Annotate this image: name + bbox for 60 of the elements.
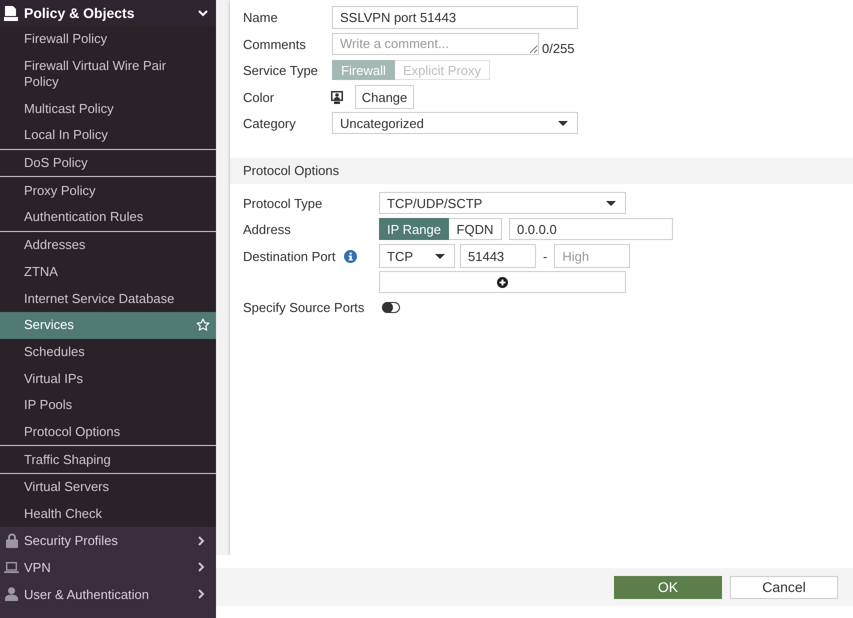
- sidebar-item[interactable]: Virtual IPs: [0, 365, 216, 392]
- port-high-field[interactable]: High: [554, 244, 630, 268]
- add-icon: [497, 276, 508, 288]
- name-field[interactable]: SSLVPN port 51443: [332, 6, 578, 29]
- sidebar-item[interactable]: Services: [0, 312, 216, 339]
- comment-field[interactable]: Write a comment...: [332, 33, 539, 55]
- sidebar-item[interactable]: Multicast Policy: [0, 95, 216, 122]
- chevron-down-icon: [198, 10, 208, 16]
- protocol-type-dropdown[interactable]: TCP/UDP/SCTP: [379, 192, 626, 214]
- person-icon: [5, 587, 18, 602]
- sidebar-item[interactable]: Virtual Servers: [0, 474, 216, 501]
- caret-down-icon: [606, 200, 616, 206]
- menu-section-header[interactable]: Policy & Objects: [0, 0, 216, 26]
- field-label: Name: [243, 10, 278, 25]
- info-icon: [344, 250, 356, 262]
- address-type-option[interactable]: IP Range: [379, 218, 449, 240]
- field-label: Destination Port: [243, 248, 336, 264]
- caret-down-icon: [435, 254, 445, 258]
- sidebar-item[interactable]: Firewall Policy: [0, 26, 216, 53]
- protocol-dropdown[interactable]: TCP: [379, 244, 455, 268]
- document-icon: [4, 6, 18, 20]
- field-label: Comments: [243, 36, 306, 52]
- range-separator: -: [543, 248, 548, 264]
- field-label: Color: [243, 90, 274, 104]
- sidebar-item[interactable]: Health Check: [0, 500, 216, 528]
- field-label: Specify Source Ports: [243, 300, 364, 315]
- change-color-button[interactable]: Change: [355, 85, 414, 109]
- sidebar-item[interactable]: Addresses: [0, 232, 216, 258]
- character-counter: 0/255: [542, 41, 575, 56]
- lock-icon: [6, 533, 18, 548]
- color-swatch-icon: [331, 90, 343, 104]
- cancel-button[interactable]: Cancel: [730, 576, 838, 598]
- caret-down-icon: [558, 120, 568, 126]
- field-label: Address: [243, 222, 291, 236]
- sidebar-item[interactable]: ZTNA: [0, 258, 216, 286]
- sidebar-item[interactable]: Authentication Rules: [0, 204, 216, 231]
- laptop-icon: [4, 562, 19, 573]
- category-dropdown[interactable]: Uncategorized: [332, 112, 578, 134]
- chevron-right-icon: [198, 589, 205, 600]
- section-header: Protocol Options: [230, 158, 853, 184]
- sidebar-item[interactable]: Schedules: [0, 338, 216, 366]
- star-icon: [196, 318, 210, 332]
- sidebar-item[interactable]: Traffic Shaping: [0, 446, 216, 473]
- chevron-right-icon: [198, 536, 205, 546]
- address-type-option[interactable]: FQDN: [448, 218, 502, 240]
- sidebar-item[interactable]: Firewall Virtual Wire Pair Policy: [0, 52, 216, 96]
- chevron-right-icon: [198, 562, 205, 572]
- address-field[interactable]: 0.0.0.0: [508, 218, 673, 240]
- port-low-field[interactable]: 51443: [460, 244, 536, 268]
- ok-button[interactable]: OK: [614, 576, 722, 598]
- sidebar-item[interactable]: Protocol Options: [0, 418, 216, 446]
- sidebar-item[interactable]: Internet Service Database: [0, 285, 216, 312]
- sidebar-item[interactable]: IP Pools: [0, 392, 216, 419]
- sidebar-item[interactable]: Proxy Policy: [0, 177, 216, 204]
- field-label: Category: [243, 116, 296, 130]
- toggle-switch[interactable]: [382, 302, 400, 313]
- field-label: Protocol Type: [243, 196, 322, 210]
- field-label: Service Type: [243, 62, 318, 78]
- sidebar-item[interactable]: Local In Policy: [0, 122, 216, 149]
- sidebar-item[interactable]: DoS Policy: [0, 150, 216, 176]
